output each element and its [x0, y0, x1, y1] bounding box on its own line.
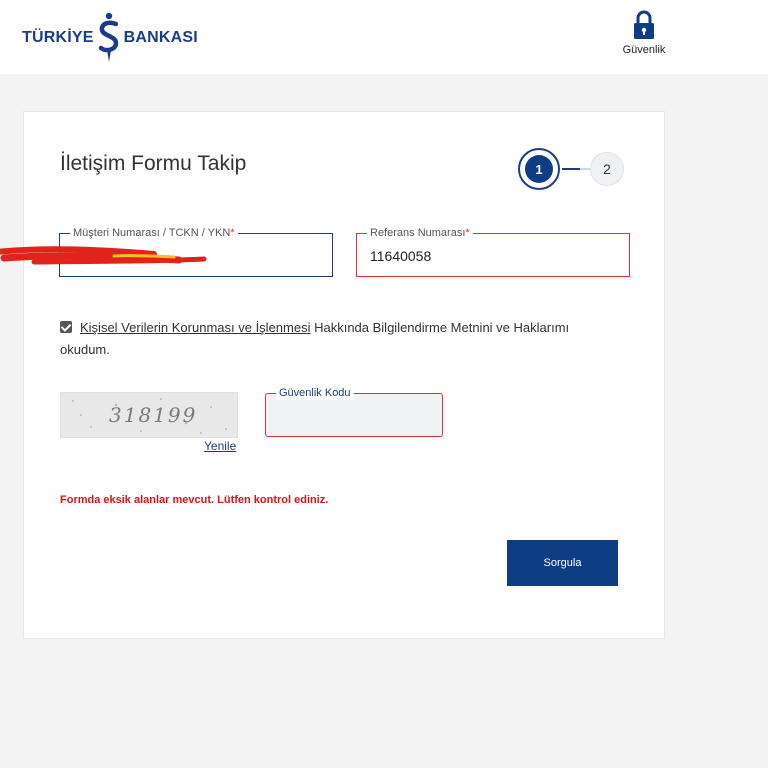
stepper: 1 2: [518, 148, 626, 192]
security-link[interactable]: Güvenlik: [614, 10, 674, 56]
sorgula-button[interactable]: Sorgula: [507, 540, 618, 586]
step-1: 1: [518, 148, 560, 190]
step-connector-inactive: [580, 168, 590, 170]
security-code-field[interactable]: Güvenlik Kodu: [265, 387, 443, 437]
captcha-image: 318199: [60, 392, 238, 438]
step-connector: [562, 168, 580, 170]
referans-field[interactable]: Referans Numarası* 11640058: [356, 227, 630, 277]
header: TÜRKİYE BANKASI Güvenlik: [0, 0, 768, 74]
security-code-label: Güvenlik Kodu: [276, 387, 354, 400]
captcha-refresh-link[interactable]: Yenile: [204, 439, 236, 453]
security-label: Güvenlik: [622, 44, 666, 56]
form-card: İletişim Formu Takip 1 2 Müşteri Numaras…: [0, 111, 665, 639]
step-2: 2: [590, 152, 624, 186]
consent-checkbox[interactable]: [60, 321, 72, 333]
redaction-scribble: [0, 246, 207, 265]
form-error-message: Formda eksik alanlar mevcut. Lütfen kont…: [60, 494, 329, 506]
kvkk-link[interactable]: Kişisel Verilerin Korunması ve İşlenmesi: [80, 320, 310, 335]
musteri-label: Müşteri Numarası / TCKN / YKN*: [70, 227, 238, 240]
isbank-logo[interactable]: TÜRKİYE BANKASI: [22, 12, 198, 64]
consent-row: Kişisel Verilerin Korunması ve İşlenmesi…: [60, 317, 620, 361]
referans-label: Referans Numarası*: [367, 227, 473, 240]
page-title: İletişim Formu Takip: [60, 152, 247, 175]
isbank-mark-icon: [98, 12, 118, 62]
step-1-number: 1: [525, 155, 553, 183]
referans-input[interactable]: 11640058: [370, 248, 431, 264]
lock-icon: [634, 10, 654, 39]
captcha-text: 318199: [109, 403, 198, 427]
logo-text-left: TÜRKİYE: [22, 29, 94, 46]
logo-text-right: BANKASI: [123, 29, 198, 46]
